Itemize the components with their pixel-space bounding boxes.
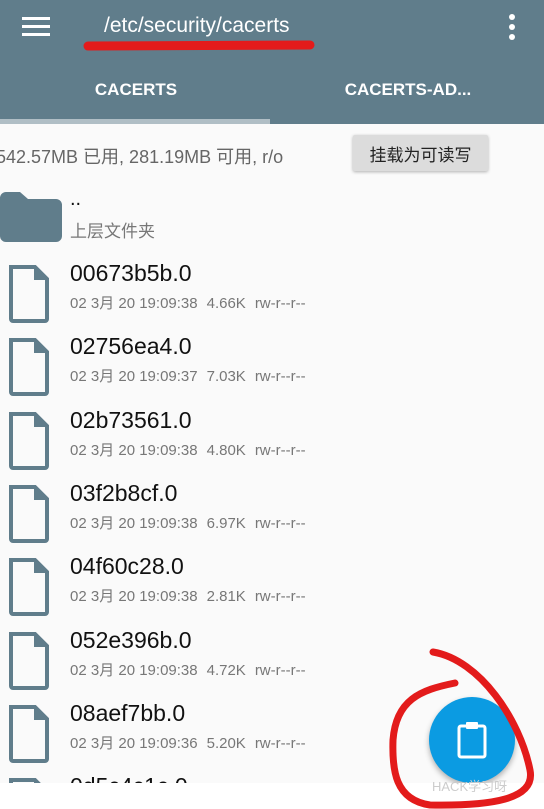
- mount-rw-button[interactable]: 挂载为可读写: [353, 135, 488, 171]
- file-meta: 02 3月 20 19:09:36 5.20K rw-r--r--: [70, 732, 315, 753]
- file-permissions: rw-r--r--: [254, 661, 306, 679]
- file-date: 02 3月 20 19:09:38: [70, 514, 198, 532]
- file-size: 4.80K: [206, 441, 246, 459]
- tab-cacerts[interactable]: CACERTS: [0, 80, 272, 100]
- file-icon: [9, 265, 49, 323]
- file-name: 02b73561.0: [70, 406, 192, 433]
- file-name: 08aef7bb.0: [70, 699, 186, 726]
- app-bar: /etc/security/cacerts CACERTS CACERTS-AD…: [0, 0, 544, 124]
- file-size: 4.72K: [206, 661, 246, 679]
- file-permissions: rw-r--r--: [254, 734, 306, 752]
- file-size: 6.97K: [206, 514, 246, 532]
- file-size: 2.81K: [206, 588, 246, 606]
- storage-status: 542.57MB 已用, 281.19MB 可用, r/o: [0, 147, 284, 167]
- file-row[interactable]: 02b73561.0 02 3月 20 19:09:38 4.80K rw-r--r…: [0, 405, 544, 478]
- tab-cacerts-added[interactable]: CACERTS-AD...: [272, 80, 544, 100]
- file-row[interactable]: 02756ea4.0 02 3月 20 19:09:37 7.03K rw-r--r…: [0, 331, 544, 404]
- file-date: 02 3月 20 19:09:38: [70, 588, 198, 606]
- file-size: 7.03K: [206, 368, 246, 386]
- file-name: 03f2b8cf.0: [70, 479, 178, 506]
- file-row[interactable]: 00673b5b.0 02 3月 20 19:09:38 4.66K rw-r--r…: [0, 258, 544, 331]
- paste-fab-button[interactable]: [429, 697, 515, 783]
- hamburger-icon[interactable]: [22, 17, 50, 37]
- file-meta: 02 3月 20 19:09:38 6.97K rw-r--r--: [70, 512, 315, 533]
- file-size: 5.20K: [206, 734, 246, 752]
- file-row[interactable]: 03f2b8cf.0 02 3月 20 19:09:38 6.97K rw-r--r…: [0, 478, 544, 551]
- file-icon: [9, 411, 49, 470]
- file-size: 4.66K: [206, 295, 246, 312]
- file-meta: 02 3月 20 19:09:38 4.80K rw-r--r--: [70, 439, 315, 460]
- file-icon: [9, 778, 41, 783]
- file-date: 02 3月 20 19:09:37: [70, 368, 198, 386]
- file-row[interactable]: 052e396b.0 02 3月 20 19:09:38 4.72K rw-r--r…: [0, 625, 544, 698]
- more-vert-icon[interactable]: [506, 14, 518, 40]
- file-permissions: rw-r--r--: [254, 441, 306, 459]
- file-name: 04f60c28.0: [70, 553, 184, 580]
- file-permissions: rw-r--r--: [254, 588, 306, 606]
- file-date: 02 3月 20 19:09:38: [70, 295, 198, 312]
- file-date: 02 3月 20 19:09:36: [70, 734, 198, 752]
- file-meta: 02 3月 20 19:09:38 4.72K rw-r--r--: [70, 659, 315, 680]
- file-meta: 02 3月 20 19:09:37 7.03K rw-r--r--: [70, 365, 315, 386]
- file-permissions: rw-r--r--: [254, 368, 306, 386]
- parent-folder-row[interactable]: .. 上层文件夹: [0, 188, 544, 265]
- file-date: 02 3月 20 19:09:38: [70, 661, 198, 679]
- file-name: 0d5c4c1c.0: [70, 773, 188, 783]
- tab-indicator: [0, 119, 270, 124]
- path-title: /etc/security/cacerts: [104, 14, 290, 37]
- file-name: 052e396b.0: [70, 626, 192, 653]
- file-permissions: rw-r--r--: [254, 514, 306, 532]
- file-name: 02756ea4.0: [70, 333, 192, 360]
- file-date: 02 3月 20 19:09:38: [70, 441, 198, 459]
- file-row[interactable]: 04f60c28.0 02 3月 20 19:09:38 2.81K rw-r--r…: [0, 551, 544, 624]
- file-icon: [9, 484, 49, 543]
- file-icon: [9, 704, 49, 763]
- file-icon: [9, 338, 49, 397]
- file-manager: /etc/security/cacerts CACERTS CACERTS-AD…: [0, 0, 544, 783]
- file-name: 00673b5b.0: [70, 260, 192, 286]
- watermark: HACK学习呀: [432, 779, 508, 794]
- folder-icon: [0, 192, 62, 242]
- file-permissions: rw-r--r--: [254, 295, 306, 312]
- clipboard-icon: [457, 722, 487, 759]
- file-icon: [9, 558, 49, 617]
- file-icon: [9, 631, 49, 690]
- file-meta: 02 3月 20 19:09:38 2.81K rw-r--r--: [70, 585, 315, 606]
- file-meta: 02 3月 20 19:09:38 4.66K rw-r--r--: [70, 292, 315, 313]
